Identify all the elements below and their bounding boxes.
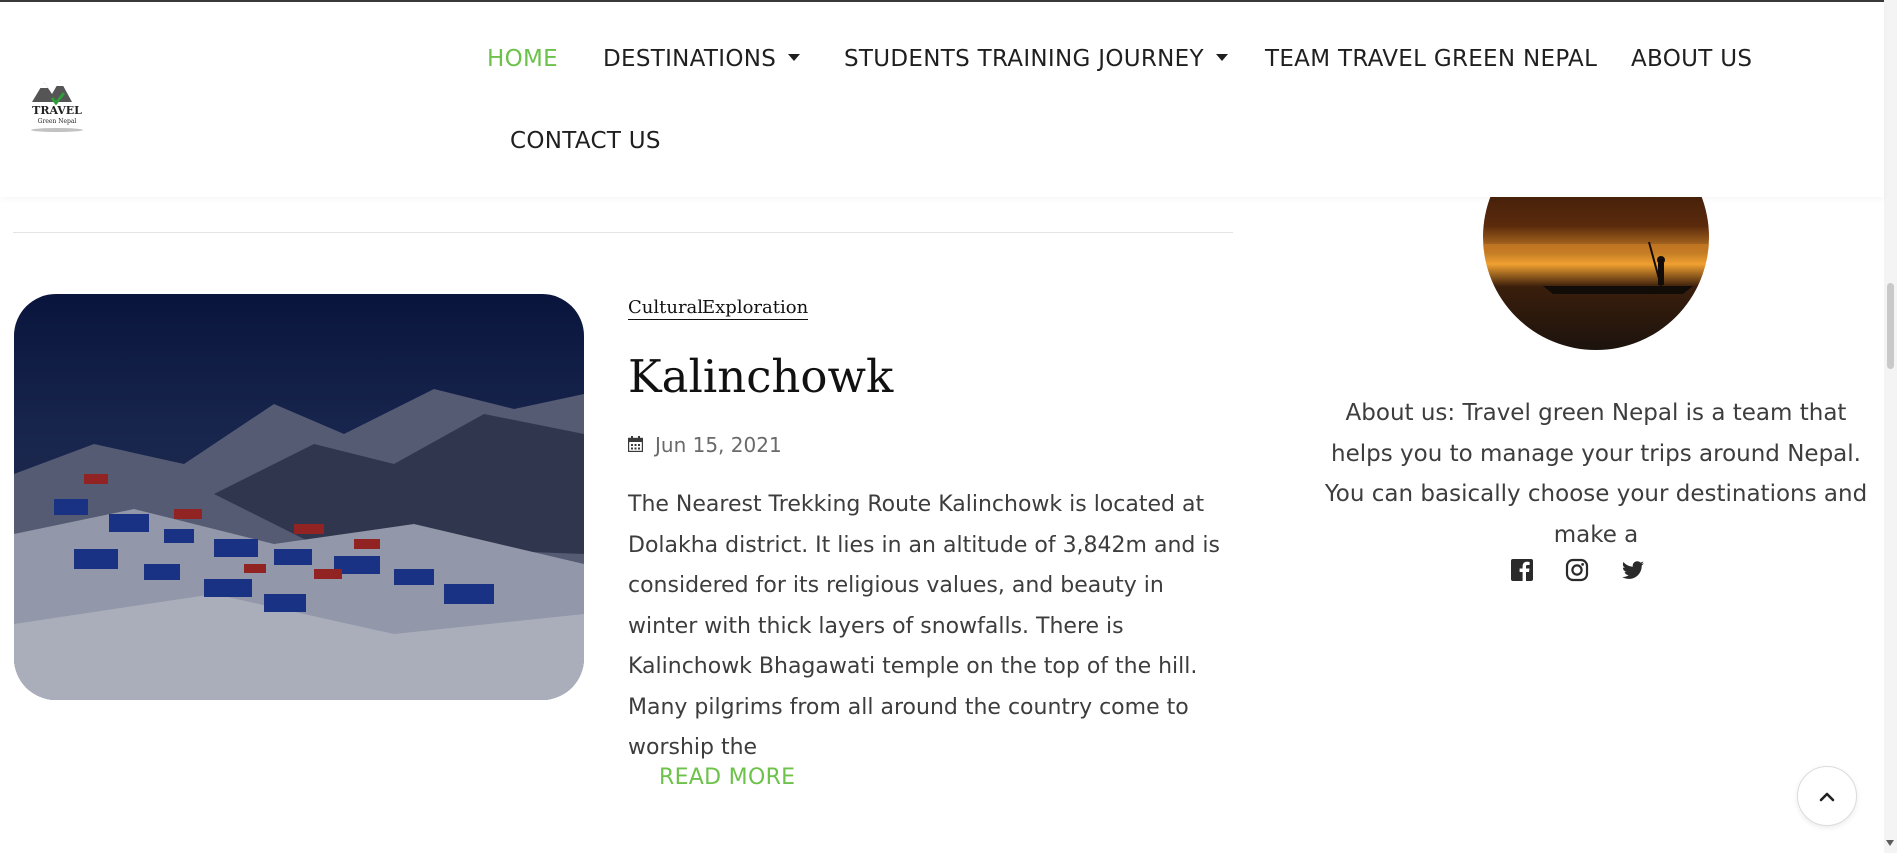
- read-more-button[interactable]: READ MORE: [659, 765, 795, 790]
- nav-team[interactable]: TEAM TRAVEL GREEN NEPAL: [1265, 46, 1597, 72]
- site-logo[interactable]: TRAVEL Green Nepal: [26, 72, 88, 134]
- twitter-icon[interactable]: [1620, 557, 1646, 583]
- logo-text-bottom: Green Nepal: [38, 118, 77, 125]
- scroll-down-arrow-icon[interactable]: [1886, 840, 1894, 846]
- nav-about-us[interactable]: ABOUT US: [1631, 46, 1752, 72]
- calendar-icon: [627, 433, 644, 457]
- about-text: About us: Travel green Nepal is a team t…: [1324, 400, 1868, 548]
- chevron-down-icon: [788, 54, 801, 61]
- content-divider: [13, 232, 1233, 233]
- chevron-up-icon: [1819, 787, 1835, 806]
- category-cultural[interactable]: Cultural: [628, 297, 704, 320]
- instagram-icon[interactable]: [1564, 557, 1590, 583]
- post-excerpt: The Nearest Trekking Route Kalinchowk is…: [628, 492, 1220, 760]
- facebook-icon[interactable]: [1509, 557, 1535, 583]
- nav-students-label: STUDENTS TRAINING JOURNEY: [844, 46, 1204, 72]
- scroll-to-top-button[interactable]: [1797, 766, 1857, 826]
- post-date-text: Jun 15, 2021: [655, 433, 782, 457]
- nav-destinations-label: DESTINATIONS: [603, 46, 777, 72]
- nav-contact-us[interactable]: CONTACT US: [510, 128, 661, 154]
- nav-home[interactable]: HOME: [487, 46, 558, 72]
- chevron-down-icon: [1215, 54, 1228, 61]
- nav-students-training-journey[interactable]: STUDENTS TRAINING JOURNEY: [844, 46, 1228, 72]
- page-scrollbar[interactable]: [1884, 0, 1897, 853]
- nav-destinations[interactable]: DESTINATIONS: [603, 46, 801, 72]
- post-date: Jun 15, 2021: [627, 433, 782, 457]
- post-title[interactable]: Kalinchowk: [628, 350, 893, 403]
- nav-home-label: HOME: [487, 46, 558, 72]
- nav-team-label: TEAM TRAVEL GREEN NEPAL: [1265, 46, 1598, 72]
- nav-about-label: ABOUT US: [1631, 46, 1753, 72]
- category-exploration[interactable]: Exploration: [702, 297, 809, 320]
- logo-text-top: TRAVEL: [32, 104, 82, 117]
- nav-contact-label: CONTACT US: [510, 128, 661, 154]
- scrollbar-thumb[interactable]: [1887, 283, 1894, 369]
- post-featured-image[interactable]: [14, 294, 584, 700]
- site-header: TRAVEL Green Nepal HOME DESTINATIONS STU…: [0, 2, 1884, 197]
